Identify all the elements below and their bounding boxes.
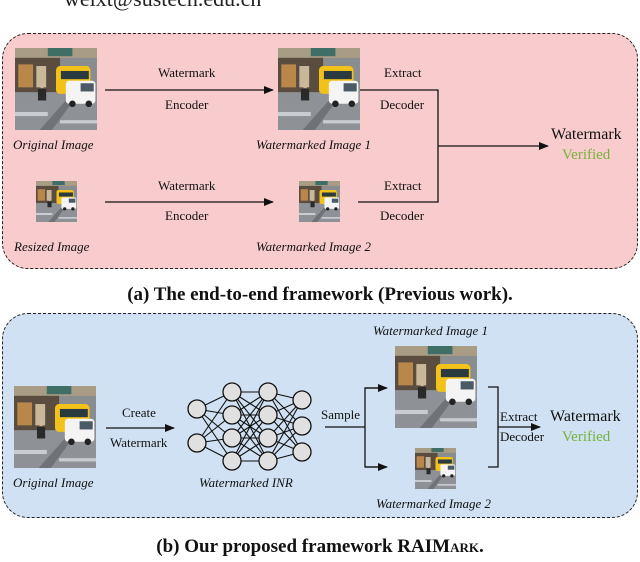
inr-label: Watermarked INR bbox=[199, 475, 293, 490]
inr-node bbox=[187, 433, 207, 453]
decoder-bracket bbox=[488, 386, 499, 468]
inr-node bbox=[222, 451, 242, 471]
inr-node bbox=[187, 399, 207, 419]
create-label: Create bbox=[122, 405, 156, 420]
caption-b-prefix: (b) Our proposed framework RAI bbox=[156, 536, 433, 557]
inr-node bbox=[292, 390, 312, 410]
caption-b-suffix: . bbox=[478, 536, 484, 557]
inr-node bbox=[292, 416, 312, 436]
inr-node bbox=[222, 428, 242, 448]
inr-node bbox=[258, 405, 278, 425]
inr-node bbox=[258, 428, 278, 448]
inr-node bbox=[258, 451, 278, 471]
inr-node bbox=[258, 382, 278, 402]
inr-node bbox=[292, 442, 312, 462]
decoder-label-top-b: Extract bbox=[500, 409, 538, 424]
caption-b-smallcaps: Mark bbox=[432, 536, 479, 557]
inr-node bbox=[222, 405, 242, 425]
panel-b-graphics bbox=[106, 382, 541, 471]
create-watermark-label: Watermark bbox=[110, 435, 168, 450]
caption-b: (b) Our proposed framework RAIMark. bbox=[0, 536, 640, 558]
sample-label: Sample bbox=[321, 407, 360, 422]
decoder-label-bottom-b: Decoder bbox=[500, 429, 545, 444]
watermarked-image-2-label-b: Watermarked Image 2 bbox=[376, 496, 492, 511]
result-verified-b: Verified bbox=[562, 429, 611, 445]
watermarked-image-1-label-b: Watermarked Image 1 bbox=[373, 323, 489, 338]
result-watermark-b: Watermark bbox=[550, 408, 621, 425]
sample-fork bbox=[364, 387, 379, 468]
inr-network-edges bbox=[196, 391, 303, 462]
original-image-label-b: Original Image bbox=[13, 475, 94, 490]
inr-node bbox=[222, 382, 242, 402]
